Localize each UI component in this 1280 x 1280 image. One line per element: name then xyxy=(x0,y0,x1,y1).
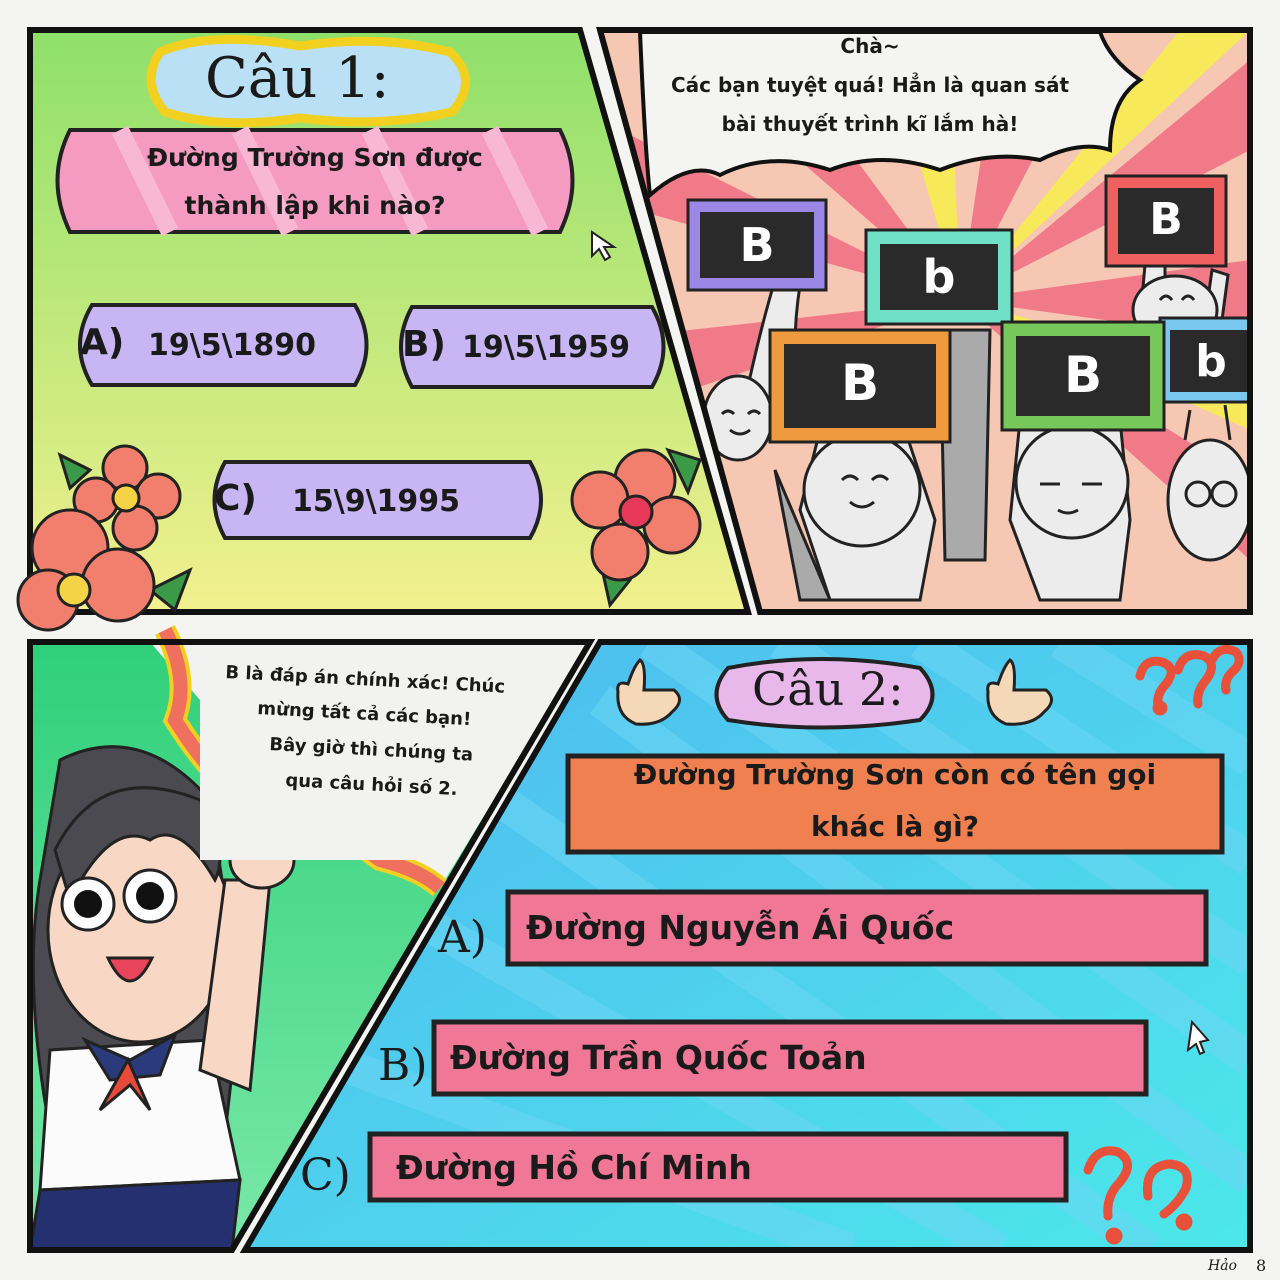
option-c-label[interactable]: 15\9\1995 xyxy=(292,484,460,519)
artist-signature: Hảo xyxy=(1208,1258,1237,1274)
option-b-label[interactable]: 19\5\1959 xyxy=(462,330,630,365)
speech-1-line3: bài thuyết trình kĩ lắm hà! xyxy=(721,112,1019,136)
question-2-title: Câu 2: xyxy=(752,662,904,716)
sign-label: B xyxy=(1063,346,1103,404)
option-c-label[interactable]: Đường Hồ Chí Minh xyxy=(396,1148,752,1187)
option-a-letter[interactable]: A) xyxy=(80,322,124,363)
sign-label: B xyxy=(1149,194,1183,245)
sign-label: b xyxy=(922,250,956,304)
option-c-letter[interactable]: C) xyxy=(300,1150,351,1201)
option-a-label[interactable]: Đường Nguyễn Ái Quốc xyxy=(526,908,954,947)
question-1-text-line2: thành lập khi nào? xyxy=(184,191,446,220)
option-b-letter[interactable]: B) xyxy=(378,1040,428,1091)
question-2-text-line1: Đường Trường Sơn còn có tên gọi xyxy=(633,758,1157,791)
question-1-text-line1: Đường Trường Sơn được xyxy=(147,143,483,172)
question-2-text-line2: khác là gì? xyxy=(811,810,979,843)
speech-1-line2: Các bạn tuyệt quá! Hẳn là quan sát xyxy=(670,73,1070,97)
question-1-title: Câu 1: xyxy=(205,46,390,111)
sign-label: B xyxy=(840,354,880,412)
option-b-label[interactable]: Đường Trần Quốc Toản xyxy=(450,1038,867,1077)
option-c-letter[interactable]: C) xyxy=(214,478,257,519)
option-b-letter[interactable]: B) xyxy=(402,324,446,365)
speech-1-line1: Chà~ xyxy=(840,34,900,58)
sign-label: B xyxy=(739,218,775,272)
sign-label: b xyxy=(1195,336,1227,387)
option-a-letter[interactable]: A) xyxy=(438,912,487,963)
option-a-label[interactable]: 19\5\1890 xyxy=(148,328,316,363)
page-number: 8 xyxy=(1256,1256,1267,1275)
